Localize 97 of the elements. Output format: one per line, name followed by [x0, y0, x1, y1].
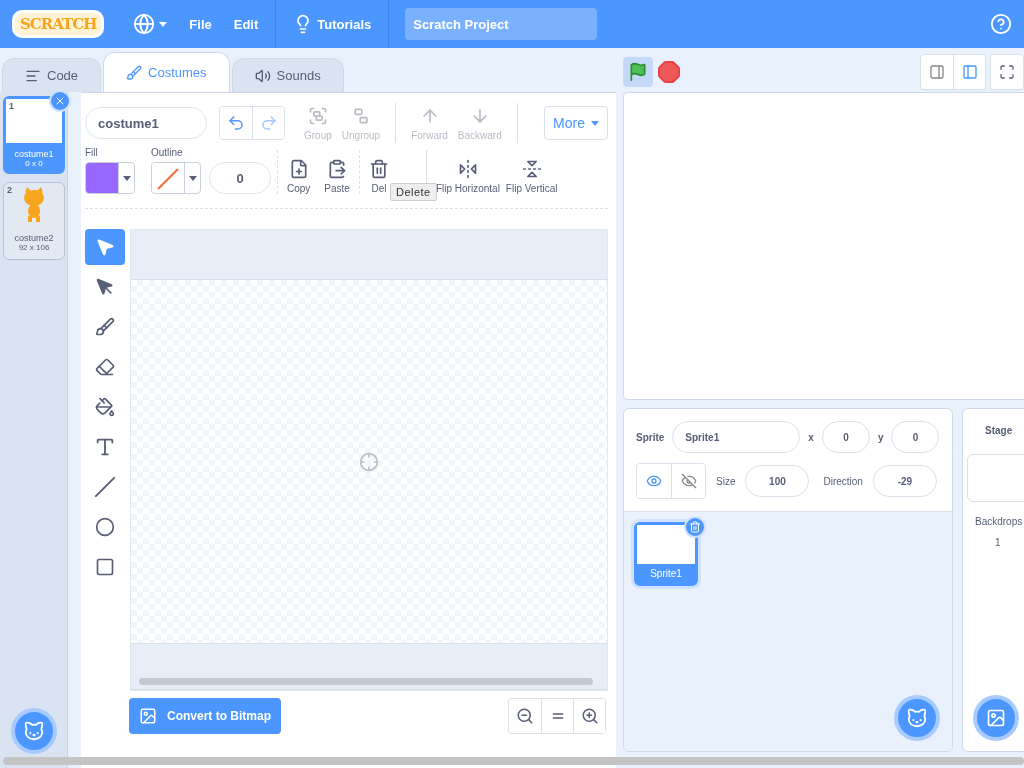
size-label: Size	[716, 475, 736, 487]
costume-name: costume2	[14, 233, 54, 243]
circle-icon	[95, 517, 115, 537]
caret-icon	[159, 21, 168, 27]
tool-button[interactable]	[85, 229, 125, 265]
fill-color-picker[interactable]	[85, 162, 135, 194]
costume-size: 0 x 0	[25, 159, 43, 168]
eye-icon	[646, 473, 662, 489]
trash-icon	[368, 159, 389, 179]
stop-button[interactable]	[657, 60, 681, 84]
scrollbar[interactable]	[139, 678, 593, 685]
eye-off-icon	[680, 473, 697, 489]
panel-icon	[961, 64, 978, 80]
tab[interactable]: Sounds	[231, 58, 344, 92]
backdrops-label: Backdrops	[975, 516, 1023, 527]
image-icon	[986, 708, 1006, 728]
menu-item[interactable]: File	[178, 16, 223, 32]
square-icon	[95, 557, 115, 577]
sprite-name: Sprite1	[649, 567, 683, 581]
add-costume-button[interactable]	[11, 708, 57, 754]
paste-icon	[327, 159, 348, 179]
sprite-tile[interactable]: Sprite1	[634, 522, 698, 586]
panel-icon	[929, 64, 945, 80]
add-backdrop-button[interactable]	[973, 695, 1019, 741]
help-icon[interactable]	[990, 13, 1012, 35]
speaker-icon	[254, 67, 271, 84]
costume-name-field[interactable]: costume1	[85, 107, 207, 139]
eraser-icon	[95, 357, 115, 377]
outline-color-picker[interactable]	[151, 162, 201, 194]
delete-sprite-button[interactable]	[684, 516, 706, 538]
backdrops-count: 1	[995, 537, 1001, 548]
x-label: x	[808, 431, 814, 443]
flip-horizontal-icon	[457, 159, 478, 179]
add-sprite-button[interactable]	[894, 695, 940, 741]
cat-icon	[23, 720, 45, 742]
costume-name: costume1	[14, 149, 54, 159]
group-icon	[307, 105, 328, 126]
costume-tile[interactable]: 1 costume1 0 x 0	[3, 96, 65, 174]
tab[interactable]: Code	[2, 58, 102, 92]
redo-icon	[259, 114, 278, 132]
tab-label: Sounds	[276, 68, 321, 83]
text-icon	[94, 436, 116, 458]
zoom-in-button[interactable]	[573, 699, 605, 733]
action-button[interactable]: Flip Vertical	[502, 159, 561, 194]
arrow-pointer-icon	[95, 237, 115, 257]
trash-icon	[689, 521, 701, 533]
action-button[interactable]: Paste	[321, 159, 353, 194]
flip-vertical-icon	[521, 159, 542, 179]
hide-button[interactable]	[671, 464, 705, 498]
pointer-icon	[95, 277, 115, 297]
fullscreen-icon	[999, 64, 1015, 80]
zoom-in-icon	[580, 707, 599, 725]
globe-icon	[133, 13, 156, 35]
costume-number: 1	[9, 101, 14, 111]
sprite-thumbnail	[637, 525, 695, 564]
close-icon	[54, 95, 66, 107]
zoom-out-icon	[516, 707, 534, 725]
sprite-label: Sprite	[636, 431, 665, 443]
caret-icon	[591, 120, 599, 126]
outline-width-field[interactable]: 0	[209, 162, 271, 194]
costume-number: 2	[7, 185, 12, 195]
fill-label: Fill	[85, 147, 99, 158]
tutorials-label: Tutorials	[317, 16, 372, 32]
costume-size: 92 x 106	[18, 243, 50, 252]
flag-icon	[628, 62, 648, 82]
action-button[interactable]: Copy	[284, 159, 314, 194]
image-icon	[139, 707, 157, 725]
direction-label: Direction	[823, 475, 863, 487]
tooltip: Delete	[389, 183, 437, 201]
large-stage-button[interactable]	[953, 55, 985, 89]
tab-label: Costumes	[148, 65, 207, 80]
fullscreen-button[interactable]	[991, 55, 1023, 89]
line-icon	[94, 476, 116, 498]
crosshair-icon	[359, 451, 379, 472]
stage-thumbnail[interactable]	[967, 454, 1024, 502]
more-button[interactable]: More	[544, 106, 608, 140]
tutorials-menu[interactable]: Tutorials	[282, 14, 383, 34]
y-label: y	[877, 431, 884, 443]
paint-bucket-icon	[95, 397, 115, 417]
tab[interactable]: Costumes	[103, 52, 230, 92]
outline-label: Outline	[151, 147, 184, 158]
delete-costume-button[interactable]	[49, 90, 71, 112]
brush-icon	[126, 64, 143, 81]
undo-icon	[227, 114, 245, 132]
menu-item[interactable]: Edit	[222, 16, 270, 32]
flag-button[interactable]	[623, 57, 653, 87]
caret-icon	[122, 175, 131, 181]
action-button[interactable]: Del	[365, 159, 392, 194]
caret-icon	[188, 175, 197, 181]
cat-icon	[906, 707, 928, 729]
convert-to-bitmap-button[interactable]: Convert to Bitmap	[129, 698, 281, 734]
brush-icon	[95, 317, 115, 337]
tab-label: Code	[47, 68, 79, 83]
scrollbar[interactable]	[3, 757, 1024, 765]
small-stage-button[interactable]	[921, 55, 953, 89]
stage-title: Stage	[985, 425, 1013, 436]
costume-tile[interactable]: 2 costume2 92 x 106	[3, 182, 65, 260]
